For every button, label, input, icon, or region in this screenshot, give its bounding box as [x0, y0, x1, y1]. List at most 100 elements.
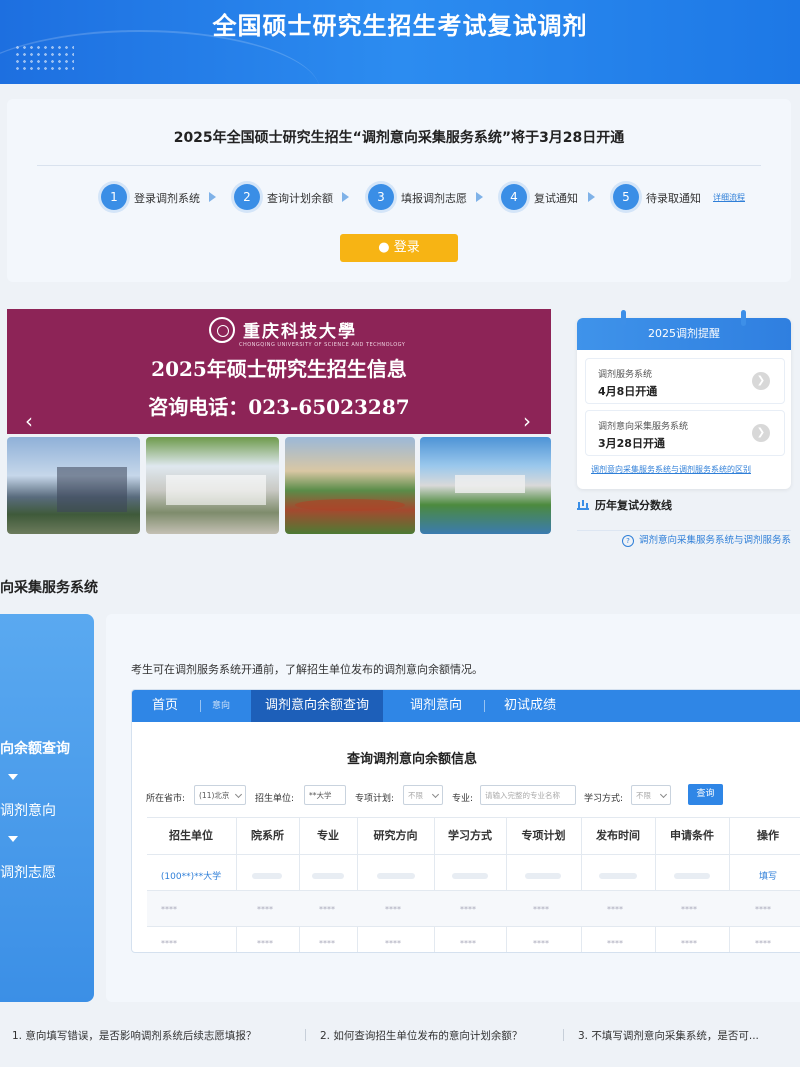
step-arrow-icon: [476, 192, 483, 202]
masked-cell: ****: [460, 939, 476, 948]
result-table: 招生单位 院系所 专业 研究方向 学习方式 专项计划 发布时间 申请条件 操作 …: [147, 817, 800, 952]
unit-input[interactable]: **大学: [304, 785, 346, 805]
masked-cell: ****: [755, 905, 771, 914]
faq-item-2[interactable]: 2. 如何查询招生单位发布的意向计划余额？: [320, 1028, 522, 1043]
province-label: 所在省市:: [146, 794, 186, 804]
masked-cell: ****: [681, 905, 697, 914]
tab-balance-query[interactable]: 调剂意向余额查询: [251, 690, 384, 722]
tab-scores[interactable]: 初试成绩: [504, 690, 556, 722]
reminder-item-service-system[interactable]: 调剂服务系统 4月8日开通 ❯: [585, 358, 785, 404]
section-title: 向采集服务系统: [0, 580, 98, 596]
province-select[interactable]: (11)北京: [194, 785, 246, 805]
menu-item-volunteer[interactable]: 调剂志愿: [0, 862, 56, 882]
table-row: **** **** **** **** **** **** **** **** …: [147, 890, 800, 927]
step-arrow-icon: [209, 192, 216, 202]
campus-photo-3[interactable]: [285, 437, 415, 534]
blurred-cell: [525, 873, 561, 879]
masked-cell: ****: [533, 905, 549, 914]
masked-cell: ****: [533, 939, 549, 948]
faq-item-3[interactable]: 3. 不填写调剂意向采集系统，是否可...: [578, 1028, 759, 1043]
masked-cell: ****: [257, 905, 273, 914]
mode-select[interactable]: 不限: [631, 785, 671, 805]
major-input[interactable]: 请输入完整的专业名称: [480, 785, 576, 805]
reminder-card: 2025调剂提醒 调剂服务系统 4月8日开通 ❯ 调剂意向采集服务系统 3月28…: [577, 318, 791, 489]
menu-item-intent[interactable]: 调剂意向: [0, 800, 56, 820]
university-banner[interactable]: 重庆科技大學 CHONGQING UNIVERSITY OF SCIENCE A…: [7, 309, 551, 434]
top-header: 全国硕士研究生招生考试复试调剂: [0, 0, 800, 84]
step-4-number: 4: [501, 184, 527, 210]
calendar-ring-icon: [621, 310, 626, 326]
step-4-label[interactable]: 复试通知: [534, 190, 578, 206]
history-score-link[interactable]: 历年复试分数线: [577, 497, 672, 513]
login-button[interactable]: ● 登录: [340, 234, 458, 262]
detail-process-link[interactable]: 详细流程: [713, 192, 745, 203]
arrow-down-icon: [8, 836, 18, 842]
masked-cell: ****: [319, 939, 335, 948]
left-step-menu: 向余额查询 调剂意向 调剂志愿: [0, 614, 94, 1002]
chevron-right-icon[interactable]: ❯: [752, 424, 770, 442]
blurred-cell: [252, 873, 282, 879]
mode-label: 学习方式:: [584, 794, 624, 804]
university-name: 重庆科技大學: [243, 322, 357, 342]
unit-label: 招生单位:: [255, 794, 295, 804]
campus-photo-4[interactable]: [420, 437, 551, 534]
masked-cell: ****: [385, 939, 401, 948]
menu-item-balance-query[interactable]: 向余额查询: [0, 738, 70, 758]
table-row: (100**)**大学 填写: [147, 854, 800, 891]
system-difference-link[interactable]: 调剂意向采集服务系统与调剂服务系统的区别: [591, 464, 751, 475]
col-header: 专项计划: [521, 829, 566, 842]
step-2-label[interactable]: 查询计划余额: [267, 190, 333, 206]
user-icon: ●: [378, 240, 390, 255]
carousel-prev-icon[interactable]: ‹: [25, 409, 33, 433]
query-title: 查询调剂意向余额信息: [346, 752, 477, 767]
masked-cell: ****: [257, 939, 273, 948]
faq-bar: 1. 意向填写错误，是否影响调剂系统后续志愿填报？ 2. 如何查询招生单位发布的…: [0, 1020, 800, 1050]
blurred-cell: [674, 873, 710, 879]
reminder-item-name: 调剂服务系统: [598, 370, 653, 380]
step-1-label[interactable]: 登录调剂系统: [134, 190, 200, 206]
blurred-cell: [599, 873, 637, 879]
step-arrow-icon: [342, 192, 349, 202]
step-arrow-icon: [588, 192, 595, 202]
masked-cell: ****: [319, 905, 335, 914]
chevron-right-icon[interactable]: ❯: [752, 372, 770, 390]
notice-divider: [37, 165, 761, 166]
tab-intent[interactable]: 调剂意向: [410, 690, 462, 722]
notice-title: 2025年全国硕士研究生招生“调剂意向采集服务系统”将于3月28日开通: [173, 130, 625, 146]
header-dots-decoration: [14, 44, 74, 74]
reminder-item-intent-system[interactable]: 调剂意向采集服务系统 3月28日开通 ❯: [585, 410, 785, 456]
tab-home[interactable]: 首页: [152, 690, 178, 722]
reminder-item-name: 调剂意向采集服务系统: [598, 422, 689, 432]
step-3-label[interactable]: 填报调剂志愿: [401, 190, 467, 206]
chevron-down-icon: [234, 790, 243, 799]
calendar-ring-icon: [741, 310, 746, 326]
masked-cell: ****: [385, 905, 401, 914]
step-1-number: 1: [101, 184, 127, 210]
masked-cell: ****: [681, 939, 697, 948]
university-english-name: CHONGQING UNIVERSITY OF SCIENCE AND TECH…: [239, 342, 406, 348]
masked-cell: ****: [755, 939, 771, 948]
tab-separator: [200, 700, 201, 712]
tab-separator: [484, 700, 485, 712]
query-button[interactable]: 查询: [688, 784, 723, 805]
faq-item-1[interactable]: 1. 意向填写错误，是否影响调剂系统后续志愿填报？: [12, 1028, 256, 1043]
col-header: 学习方式: [448, 829, 492, 842]
carousel-next-icon[interactable]: ›: [523, 409, 531, 433]
province-value: (11)北京: [199, 791, 230, 800]
masked-cell: ****: [607, 905, 623, 914]
plan-select[interactable]: 不限: [403, 785, 443, 805]
masked-cell: ****: [460, 905, 476, 914]
unit-cell-link[interactable]: (100**)**大学: [147, 869, 235, 882]
step-5-label[interactable]: 待录取通知: [646, 190, 701, 206]
fill-link[interactable]: 填写: [729, 869, 800, 882]
reminder-title: 2025调剂提醒: [577, 318, 791, 350]
faq-difference-link[interactable]: ? 调剂意向采集服务系统与调剂服务系: [622, 532, 791, 547]
intro-text: 考生可在调剂服务系统开通前，了解招生单位发布的调剂意向余额情况。: [131, 663, 483, 676]
tab-intent-small[interactable]: 意向: [212, 690, 230, 722]
plan-label: 专项计划:: [355, 794, 395, 804]
campus-photo-2[interactable]: [146, 437, 279, 534]
campus-photo-1[interactable]: [7, 437, 140, 534]
university-logo-icon: [209, 317, 235, 343]
blurred-cell: [312, 873, 344, 879]
major-label: 专业:: [452, 794, 474, 804]
